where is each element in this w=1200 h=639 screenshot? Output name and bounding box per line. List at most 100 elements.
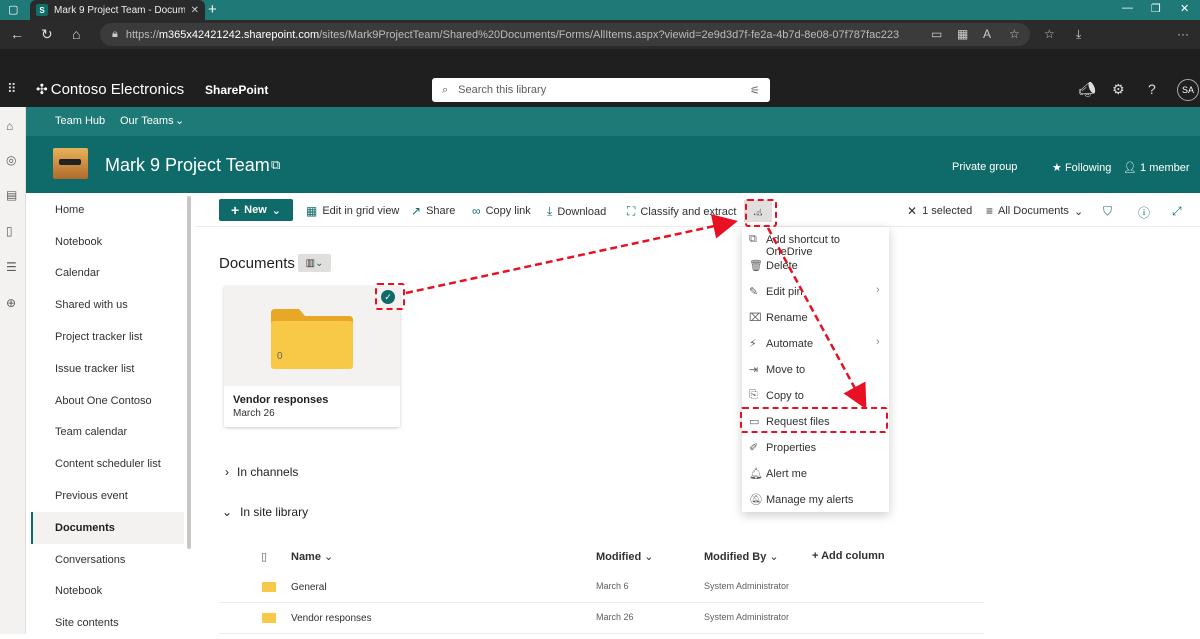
nav-item[interactable]: Notebook	[31, 226, 184, 258]
app-name[interactable]: SharePoint	[205, 83, 268, 97]
megaphone-icon[interactable]: 📣︎	[1078, 81, 1096, 98]
filter-icon[interactable]: ⛉	[1103, 204, 1112, 219]
add-icon[interactable]: ⊕	[6, 296, 16, 310]
read-aloud-icon[interactable]: A	[983, 27, 991, 41]
nav-item[interactable]: Previous event	[31, 480, 184, 512]
more-icon[interactable]: ···	[1177, 27, 1189, 41]
globe-icon[interactable]: ◎	[6, 153, 16, 167]
home-icon[interactable]: ⌂	[72, 26, 80, 42]
nav-item-label: Content scheduler list	[55, 458, 161, 470]
nav-scrollbar[interactable]	[187, 196, 191, 549]
help-icon[interactable]: ?	[1148, 81, 1156, 97]
file-type-header-icon[interactable]: ▯	[261, 550, 267, 563]
nav-item[interactable]: Project tracker list	[31, 321, 184, 353]
site-logo[interactable]	[53, 148, 88, 179]
new-tab-icon[interactable]: +	[208, 1, 217, 18]
app-available-icon[interactable]: ▭	[931, 27, 942, 41]
add-column-button[interactable]: + Add column	[812, 550, 885, 562]
download-icon[interactable]: ⤓	[1076, 27, 1081, 42]
maximize-icon[interactable]: ❐	[1151, 2, 1161, 15]
favorites-list-icon[interactable]: ☆	[1044, 27, 1055, 41]
view-switcher[interactable]: ≡ All Documents ⌄	[986, 204, 1083, 218]
refresh-icon[interactable]: ↻	[41, 26, 53, 43]
nav-item[interactable]: Shared with us	[31, 289, 184, 321]
share-button[interactable]: ↗ Share	[411, 204, 455, 218]
window-menu-icon[interactable]: ▢	[8, 3, 18, 16]
favorite-icon[interactable]: ☆	[1009, 27, 1020, 41]
close-window-icon[interactable]: ✕	[1180, 2, 1189, 15]
nav-item[interactable]: Notebook	[31, 575, 184, 607]
close-tab-icon[interactable]: ✕	[191, 5, 199, 16]
pinned-folder-card[interactable]: 0 Vendor responses March 26	[224, 286, 400, 427]
menu-item-rename[interactable]: ⌧ Rename	[742, 305, 889, 331]
nav-item[interactable]: Team calendar	[31, 416, 184, 448]
copy-link-button[interactable]: ∞ Copy link	[472, 204, 531, 218]
minimize-icon[interactable]: —	[1122, 2, 1133, 14]
home-rail-icon[interactable]: ⌂	[6, 119, 13, 133]
download-button[interactable]: ⤓ Download	[547, 204, 606, 219]
nav-item[interactable]: About One Contoso	[31, 385, 184, 417]
expand-icon[interactable]: ⤢	[1172, 204, 1182, 219]
chevron-down-icon[interactable]: ⌄	[175, 114, 184, 127]
news-icon[interactable]: ▤	[6, 188, 17, 202]
nav-item[interactable]: Home	[31, 194, 184, 226]
file-icon[interactable]: ▯	[6, 224, 13, 238]
qr-code-icon[interactable]: ▦	[957, 27, 968, 41]
hub-our-teams-link[interactable]: Our Teams	[120, 115, 174, 127]
modified-by-column-header[interactable]: Modified By ⌄	[704, 550, 779, 563]
classify-button[interactable]: ⛶ Classify and extract	[627, 204, 736, 219]
modified-column-header[interactable]: Modified ⌄	[596, 550, 654, 563]
menu-item-add-shortcut[interactable]: ⧉ Add shortcut to OneDrive	[742, 227, 889, 258]
rename-icon: ⌧	[749, 312, 762, 324]
new-button[interactable]: + New ⌄	[219, 199, 293, 221]
table-row[interactable]: Vendor responses March 26 System Adminis…	[219, 603, 984, 634]
site-title[interactable]: Mark 9 Project Team	[105, 155, 270, 176]
menu-item-properties[interactable]: ✐ Properties	[742, 435, 889, 461]
list-icon[interactable]: ☰	[6, 260, 17, 274]
in-channels-section[interactable]: › In channels	[225, 465, 298, 479]
edit-grid-button[interactable]: ▦ Edit in grid view	[306, 204, 399, 218]
menu-item-edit-pin[interactable]: ✎ Edit pin ›	[742, 279, 889, 305]
context-menu: ⧉ Add shortcut to OneDrive 🗑︎ Delete ✎ Edit…	[742, 227, 889, 512]
menu-item-automate[interactable]: ⚡︎ Automate ›	[742, 331, 889, 357]
search-box[interactable]: ⌕ Search this library ⚟	[432, 78, 770, 102]
browser-tab-bar: ▢ S Mark 9 Project Team - Documen ✕ + — …	[0, 0, 1200, 20]
address-bar[interactable]: 🔒︎ https://m365x42421242.sharepoint.com /…	[100, 23, 1030, 46]
table-row[interactable]: General March 6 System Administrator	[219, 572, 984, 603]
menu-item-delete[interactable]: 🗑︎ Delete	[742, 253, 889, 279]
back-icon[interactable]: ←	[10, 26, 24, 42]
following-button[interactable]: ★ Following	[1052, 161, 1111, 174]
nav-item[interactable]: Conversations	[31, 544, 184, 576]
menu-item-move-to[interactable]: ⇥ Move to	[742, 357, 889, 383]
gear-icon[interactable]: ⚙	[1112, 81, 1125, 98]
hub-team-hub-link[interactable]: Team Hub	[55, 115, 105, 127]
nav-item[interactable]: Content scheduler list	[31, 448, 184, 480]
hub-nav: Team Hub Our Teams ⌄	[26, 107, 1200, 136]
nav-item[interactable]: Site contents	[31, 607, 184, 639]
brand-logo[interactable]: ✣ Contoso Electronics	[36, 81, 184, 98]
browser-tab[interactable]: S Mark 9 Project Team - Documen ✕	[30, 0, 205, 20]
library-view-button[interactable]: ▥ ⌄	[298, 254, 331, 272]
menu-item-alert-me[interactable]: 🔔︎ Alert me	[742, 461, 889, 487]
search-input[interactable]: Search this library	[458, 84, 546, 96]
nav-item[interactable]: Issue tracker list	[31, 353, 184, 385]
search-filter-icon[interactable]: ⚟	[750, 84, 760, 97]
row-name[interactable]: General	[291, 582, 327, 593]
download-label: Download	[557, 205, 607, 218]
avatar[interactable]: SA	[1177, 79, 1199, 101]
nav-item-documents[interactable]: Documents	[31, 512, 184, 544]
in-site-library-section[interactable]: ⌄ In site library	[222, 505, 308, 519]
app-launcher-icon[interactable]: ⠿	[7, 81, 17, 97]
menu-item-copy-to[interactable]: ⎘ Copy to	[742, 383, 889, 409]
info-icon[interactable]: ⓘ	[1138, 204, 1150, 221]
name-column-header[interactable]: Name ⌄	[291, 550, 333, 563]
members-button[interactable]: 👤︎ 1 member	[1123, 161, 1190, 174]
menu-item-label: Delete	[766, 260, 798, 272]
row-name[interactable]: Vendor responses	[291, 613, 372, 624]
menu-item-manage-alerts[interactable]: 🔕︎ Manage my alerts	[742, 487, 889, 513]
clear-selection-button[interactable]: ✕ 1 selected	[907, 204, 972, 218]
nav-item[interactable]: Calendar	[31, 257, 184, 289]
nav-item-label: Conversations	[55, 554, 126, 566]
teams-icon[interactable]: ⧉	[271, 157, 280, 173]
manage-alerts-icon: 🔕︎	[749, 494, 763, 506]
